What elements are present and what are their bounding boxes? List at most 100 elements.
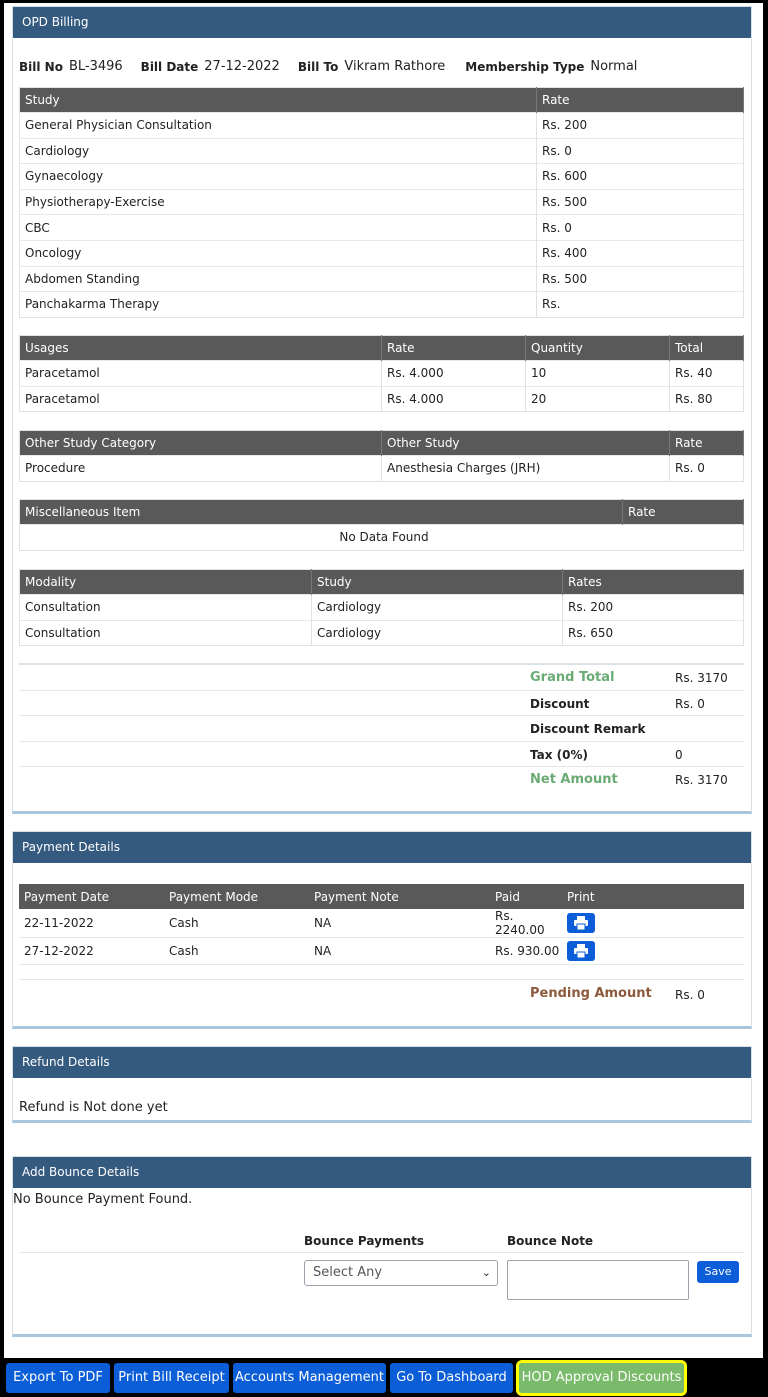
table-cell: Rs. 200 [536,112,744,139]
column-header: Other Study [381,430,670,456]
table-cell: 20 [525,385,670,412]
table-cell: Procedure [19,455,382,482]
discount-row: Discount Rs. 0 [19,691,744,717]
column-header: Quantity [525,335,670,361]
membership-label: Membership Type [465,59,585,74]
go-to-dashboard-button[interactable]: Go To Dashboard [390,1363,513,1393]
table-row: Paracetamol Rs. 4.000 10 Rs. 40 [19,360,744,387]
print-cell [562,909,744,938]
column-header: Paid [490,884,562,909]
table-cell: Rs. 930.00 [490,937,562,965]
column-header: Payment Mode [164,884,309,909]
discount-value: Rs. 0 [675,696,705,711]
panel-title: Refund Details [13,1047,751,1078]
column-header: Rate [381,335,526,361]
table-cell: Cardiology [19,137,537,164]
column-header: Study [311,569,563,595]
table-cell: Cash [164,937,309,965]
bounce-divider [19,1252,744,1253]
print-button[interactable] [567,941,595,961]
select-value: Select Any [313,1265,383,1280]
table-row: 22-11-2022 Cash NA Rs. 2240.00 [19,909,744,938]
table-cell: Abdomen Standing [19,265,537,292]
table-cell: General Physician Consultation [19,112,537,139]
table-cell: NA [309,909,490,938]
table-cell: Physiotherapy-Exercise [19,188,537,215]
table-row: Paracetamol Rs. 4.000 20 Rs. 80 [19,385,744,412]
misc-table: Miscellaneous Item Rate No Data Found [19,499,744,551]
opd-billing-panel: OPD Billing Bill No BL-3496 Bill Date 27… [12,6,752,814]
table-cell: Rs. 500 [536,265,744,292]
export-pdf-button[interactable]: Export To PDF [6,1363,110,1393]
column-header: Rate [536,87,744,113]
bill-to-value: Vikram Rathore [344,59,446,74]
table-cell: Paracetamol [19,360,382,387]
discount-label: Discount [530,696,590,711]
table-cell: Cardiology [311,619,563,646]
discount-remark-row: Discount Remark [19,716,744,742]
membership-value: Normal [590,59,638,74]
table-row: Consultation Cardiology Rs. 200 [19,594,744,621]
column-header: Miscellaneous Item [19,499,623,525]
grand-total-row: Grand Total Rs. 3170 [19,665,744,691]
other-study-table: Other Study Category Other Study Rate Pr… [19,430,744,482]
table-cell: Anesthesia Charges (JRH) [381,455,670,482]
column-header: Other Study Category [19,430,382,456]
table-cell: 22-11-2022 [19,909,164,938]
empty-message: No Data Found [19,524,744,551]
column-header: Payment Note [309,884,490,909]
table-row: General Physician Consultation Rs. 200 [19,112,744,139]
table-cell: Consultation [19,594,312,621]
print-bill-receipt-button[interactable]: Print Bill Receipt [114,1363,229,1393]
table-cell: Consultation [19,619,312,646]
column-header: Rates [562,569,744,595]
print-button[interactable] [567,913,595,933]
print-cell [562,937,744,965]
save-button[interactable]: Save [697,1261,739,1283]
table-row: Consultation Cardiology Rs. 650 [19,619,744,646]
printer-icon [574,944,588,958]
table-cell: Cardiology [311,594,563,621]
payment-details-panel: Payment Details Payment Date Payment Mod… [12,831,752,1029]
footer-toolbar: Export To PDF Print Bill Receipt Account… [0,1358,768,1397]
table-cell: CBC [19,214,537,241]
bounce-note-textarea[interactable] [507,1260,689,1300]
table-cell: Rs. 650 [562,619,744,646]
hod-approval-discounts-button[interactable]: HOD Approval Discounts [516,1360,687,1396]
table-row: No Data Found [19,524,744,551]
discount-remark-label: Discount Remark [530,722,646,737]
accounts-management-button[interactable]: Accounts Management [233,1363,386,1393]
table-row: Physiotherapy-Exercise Rs. 500 [19,188,744,215]
printer-icon [574,916,588,930]
refund-status-text: Refund is Not done yet [19,1100,168,1115]
table-cell: Rs. 80 [669,385,744,412]
usages-table: Usages Rate Quantity Total Paracetamol Rs… [19,335,744,413]
net-amount-label: Net Amount [530,772,618,788]
chevron-down-icon: ⌄ [481,1266,491,1279]
table-cell: 10 [525,360,670,387]
table-row: Abdomen Standing Rs. 500 [19,265,744,292]
table-cell: Rs. 2240.00 [490,909,562,938]
refund-details-panel: Refund Details Refund is Not done yet [12,1046,752,1123]
tax-label: Tax (0%) [530,747,588,762]
table-row: CBC Rs. 0 [19,214,744,241]
column-header: Rate [622,499,744,525]
pending-amount-value: Rs. 0 [675,988,705,1002]
column-header: Study [19,87,537,113]
column-header: Usages [19,335,382,361]
table-cell: Rs. 400 [536,239,744,267]
table-row: Cardiology Rs. 0 [19,137,744,164]
study-table: Study Rate General Physician Consultatio… [19,87,744,318]
tax-value: 0 [675,747,683,762]
tax-row: Tax (0%) 0 [19,742,744,768]
table-cell: Panchakarma Therapy [19,291,537,318]
column-header: Rate [669,430,744,456]
bounce-payments-select[interactable]: Select Any ⌄ [304,1260,498,1286]
pending-amount-row: Pending Amount Rs. 0 [19,979,744,1009]
table-cell: Rs. 0 [536,214,744,241]
table-cell: Rs. [536,291,744,318]
column-header: Total [669,335,744,361]
panel-title: Add Bounce Details [13,1157,751,1188]
table-cell: Rs. 200 [562,594,744,621]
table-cell: Rs. 600 [536,163,744,190]
